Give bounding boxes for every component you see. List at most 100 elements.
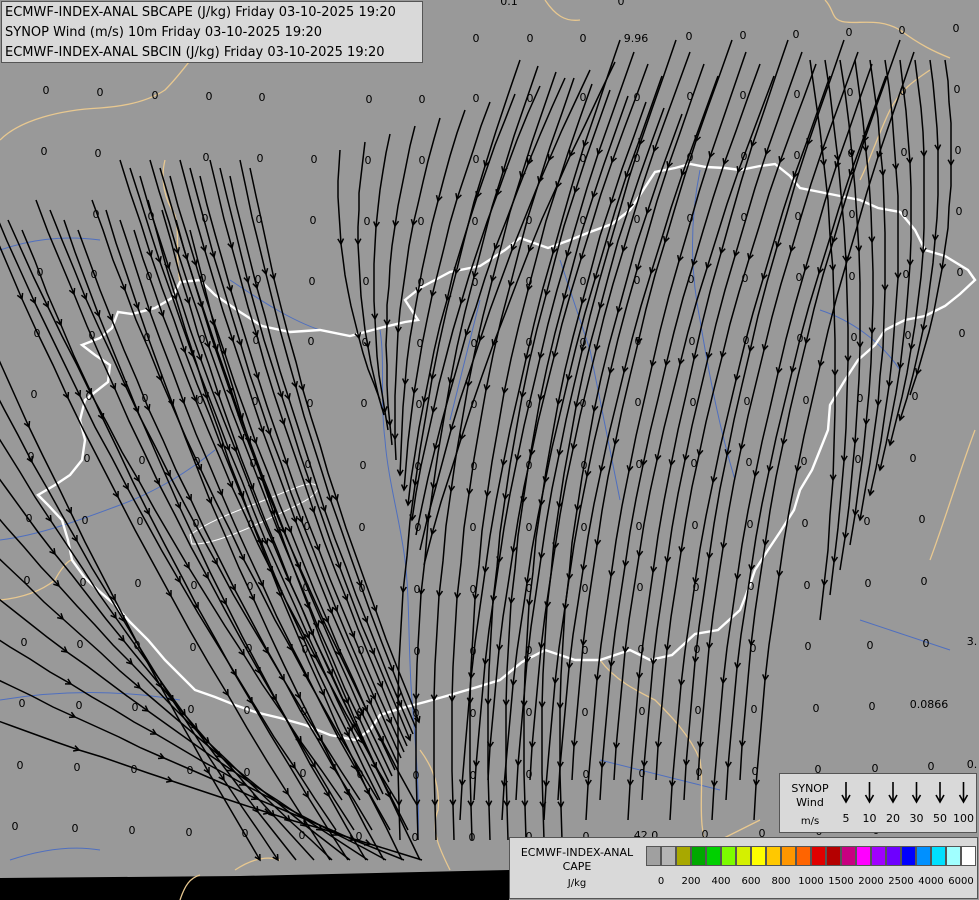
grid-value-label: 0 (636, 458, 643, 471)
grid-value-label: 0 (301, 705, 308, 718)
grid-value-label: 0 (903, 268, 910, 281)
grid-value-label: 0 (412, 831, 419, 844)
grid-value-label: 0 (955, 144, 962, 157)
cape-color-swatch (856, 846, 871, 866)
cape-color-swatch (961, 846, 976, 866)
cape-color-swatch (736, 846, 751, 866)
grid-value-label: 0 (849, 270, 856, 283)
grid-value-label: 0 (28, 450, 35, 463)
grid-value-label: 0 (248, 518, 255, 531)
grid-value-label: 0 (470, 769, 477, 782)
wind-legend-speed: 30 (909, 812, 924, 825)
grid-value-label: 0 (311, 153, 318, 166)
cape-legend-title: ECMWF-INDEX-ANAL CAPE (512, 846, 642, 874)
grid-value-label: 0 (746, 456, 753, 469)
grid-value-label: 0 (21, 636, 28, 649)
grid-value-label: 0. (967, 758, 978, 771)
grid-value-label: 0 (526, 521, 533, 534)
grid-value-label: 0 (414, 583, 421, 596)
grid-value-label: 0 (361, 397, 368, 410)
grid-value-label: 0 (303, 581, 310, 594)
grid-value-label: 0 (252, 395, 259, 408)
cape-color-swatch (781, 846, 796, 866)
grid-value-label: 0 (418, 276, 425, 289)
cape-color-swatch (811, 846, 826, 866)
grid-value-label: 0 (188, 703, 195, 716)
cape-color-swatch (691, 846, 706, 866)
grid-value-label: 0 (639, 705, 646, 718)
grid-value-label: 0 (635, 396, 642, 409)
grid-value-label: 0 (848, 147, 855, 160)
grid-value-label: 0 (419, 154, 426, 167)
grid-value-label: 0 (690, 396, 697, 409)
grid-value-label: 0 (80, 576, 87, 589)
grid-value-label: 0 (244, 704, 251, 717)
grid-value-label: 0 (580, 336, 587, 349)
grid-value-label: 0 (801, 455, 808, 468)
grid-value-label: 0 (300, 767, 307, 780)
grid-value-label: 0 (694, 643, 701, 656)
grid-value-label: 0 (366, 93, 373, 106)
cape-legend-title-line2: CAPE (562, 860, 592, 873)
grid-value-label: 0 (310, 214, 317, 227)
grid-value-label: 0 (135, 577, 142, 590)
grid-value-label: 0 (194, 455, 201, 468)
grid-value-label: 0 (580, 275, 587, 288)
grid-value-label: 0 (639, 767, 646, 780)
grid-value-label: 0 (89, 329, 96, 342)
grid-value-label: 0 (144, 331, 151, 344)
header-cin-line: ECMWF-INDEX-ANAL SBCIN (J/kg) Friday 03-… (5, 45, 385, 60)
grid-value-label: 0 (197, 394, 204, 407)
grid-value-label: 0 (687, 151, 694, 164)
cape-color-swatch (646, 846, 661, 866)
grid-value-label: 0 (19, 697, 26, 710)
cape-tick-label: 2000 (858, 876, 884, 887)
grid-value-label: 0 (246, 642, 253, 655)
grid-value-label: 0 (309, 275, 316, 288)
grid-value-label: 0 (580, 91, 587, 104)
grid-value-label: 0 (928, 760, 935, 773)
wind-legend-speed: 100 (953, 812, 974, 825)
wind-legend-speed: 5 (842, 812, 850, 825)
weather-map: 0.1 0 0 0 0 9.96 0 0 0 0 0 0 0 0 0 0 0 0 0 0 0 0 0 0 0 0 0 0 0 0 0 0 0 0 0… (0, 0, 979, 900)
grid-value-label: 0 (688, 273, 695, 286)
grid-value-label: 0 (471, 460, 478, 473)
cape-tick-label: 1000 (798, 876, 824, 887)
cape-color-swatch (946, 846, 961, 866)
grid-value-label: 0 (250, 457, 257, 470)
grid-value-label: 0 (865, 577, 872, 590)
grid-value-label: 0 (470, 521, 477, 534)
cape-tick-label: 2500 (888, 876, 914, 887)
grid-value-label: 0 (794, 149, 801, 162)
grid-value-label: 0 (910, 452, 917, 465)
grid-value-label: 0 (638, 643, 645, 656)
grid-value-label: 0 (91, 268, 98, 281)
grid-value-label: 0 (132, 701, 139, 714)
grid-value-label: 0 (470, 645, 477, 658)
grid-value-label: 0 (77, 638, 84, 651)
grid-value-label: 0 (134, 639, 141, 652)
grid-value-label: 0 (743, 334, 750, 347)
grid-value-label: 0 (93, 208, 100, 221)
wind-legend-speed: 20 (886, 812, 900, 825)
cape-tick-label: 600 (741, 876, 761, 887)
grid-value-label: 0 (581, 459, 588, 472)
grid-value-label: 0 (634, 91, 641, 104)
cape-legend-title-line1: ECMWF-INDEX-ANAL (520, 846, 634, 859)
grid-value-label: 0 (415, 521, 422, 534)
grid-value-label: 0 (247, 580, 254, 593)
grid-value-label: 0 (805, 640, 812, 653)
grid-value-label: 0 (582, 706, 589, 719)
grid-value-label: 0 (921, 575, 928, 588)
grid-value-label: 0 (359, 521, 366, 534)
grid-value-label: 0 (689, 335, 696, 348)
grid-value-label: 0 (418, 215, 425, 228)
grid-value-label: 0 (526, 153, 533, 166)
grid-value-label: 0 (857, 392, 864, 405)
cape-color-swatch (796, 846, 811, 866)
grid-value-label: 0 (954, 83, 961, 96)
grid-value-label: 0 (526, 459, 533, 472)
cape-color-swatch (721, 846, 736, 866)
cape-tick-label: 6000 (948, 876, 974, 887)
cape-legend-unit: J/kg (567, 878, 587, 889)
